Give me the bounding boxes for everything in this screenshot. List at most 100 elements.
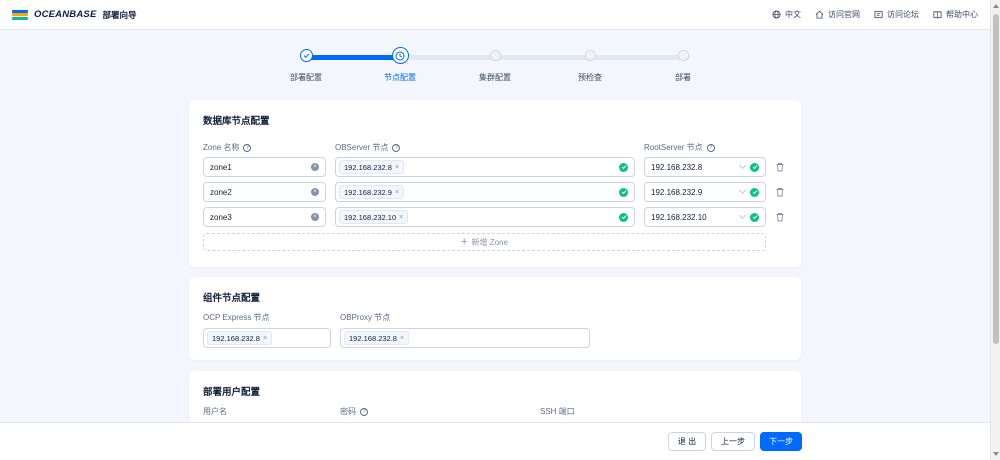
ip-tag: 192.168.232.8 × bbox=[207, 331, 273, 345]
clock-icon bbox=[584, 50, 596, 61]
check-circle-icon bbox=[619, 162, 628, 172]
clear-icon[interactable]: × bbox=[311, 213, 319, 221]
tag-text: 192.168.232.8 bbox=[349, 333, 397, 343]
nav-forum[interactable]: 访问论坛 bbox=[874, 9, 919, 20]
step-precheck[interactable]: 预检查 bbox=[550, 47, 630, 83]
input-value: zone3 bbox=[210, 212, 232, 222]
clock-icon bbox=[677, 50, 689, 61]
globe-icon bbox=[772, 10, 781, 19]
section-title: 数据库节点配置 bbox=[203, 116, 270, 127]
home-icon bbox=[815, 10, 824, 19]
tag-text: 192.168.232.10 bbox=[344, 212, 397, 222]
observer-label: OBServer 节点 ? bbox=[335, 142, 401, 153]
obproxy-label: OBProxy 节点 bbox=[340, 313, 391, 322]
obproxy-select[interactable]: 192.168.232.8 × bbox=[340, 328, 590, 348]
next-button[interactable]: 下一步 bbox=[760, 432, 802, 451]
section-title: 组件节点配置 bbox=[203, 293, 261, 304]
header-nav: 中文 访问官网 访问论坛 帮助中心 bbox=[772, 9, 978, 20]
ocp-express-select[interactable]: 192.168.232.8 × bbox=[203, 328, 331, 348]
rootserver-label: RootServer 节点 ? bbox=[644, 142, 715, 153]
close-icon[interactable]: × bbox=[399, 214, 403, 221]
tag-text: 192.168.232.9 bbox=[344, 187, 392, 197]
nav-forum-label: 访问论坛 bbox=[887, 10, 919, 19]
step-cluster-config[interactable]: 集群配置 bbox=[455, 47, 535, 83]
label-text: RootServer 节点 bbox=[644, 143, 703, 152]
label-text: Zone 名称 bbox=[203, 143, 240, 152]
zone-name-input[interactable]: zone2 × bbox=[203, 182, 326, 202]
scroll-up-arrow-icon[interactable] bbox=[993, 4, 999, 8]
section-title: 部署用户配置 bbox=[203, 387, 261, 398]
scroll-down-arrow-icon[interactable] bbox=[993, 452, 999, 456]
delete-icon[interactable] bbox=[775, 162, 785, 172]
zone-name-input[interactable]: zone1 × bbox=[203, 157, 326, 177]
step-label: 预检查 bbox=[578, 73, 602, 82]
chevron-down-icon bbox=[738, 161, 747, 170]
zone-name-input[interactable]: zone3 × bbox=[203, 207, 326, 227]
ip-tag: 192.168.232.8 × bbox=[339, 160, 405, 174]
ip-tag: 192.168.232.9 × bbox=[339, 185, 405, 199]
logo: OCEANBASE 部署向导 bbox=[12, 9, 137, 21]
ssh-port-label: SSH 端口 bbox=[540, 407, 575, 416]
nav-help-center[interactable]: 帮助中心 bbox=[933, 9, 978, 20]
input-value: zone2 bbox=[210, 187, 232, 197]
help-icon[interactable]: ? bbox=[392, 143, 401, 152]
select-value: 192.168.232.10 bbox=[651, 212, 707, 222]
close-icon[interactable]: × bbox=[395, 189, 399, 196]
previous-button[interactable]: 上一步 bbox=[711, 432, 755, 451]
label-text: 密码 bbox=[340, 407, 356, 416]
label-text: OBServer 节点 bbox=[335, 143, 389, 152]
add-zone-button[interactable]: + 新增 Zone bbox=[203, 233, 766, 251]
step-label: 集群配置 bbox=[479, 73, 511, 82]
clock-icon bbox=[391, 47, 409, 64]
rootserver-select[interactable]: 192.168.232.8 bbox=[644, 157, 766, 177]
check-circle-icon bbox=[750, 187, 759, 197]
tag-text: 192.168.232.8 bbox=[344, 162, 392, 172]
step-node-config[interactable]: 节点配置 bbox=[360, 47, 440, 83]
nav-language[interactable]: 中文 bbox=[772, 9, 801, 20]
progress-steps: 部署配置 节点配置 集群配置 预检查 部署 bbox=[250, 44, 730, 88]
help-icon[interactable]: ? bbox=[360, 407, 368, 416]
close-icon[interactable]: × bbox=[395, 164, 399, 171]
nav-official-site[interactable]: 访问官网 bbox=[815, 9, 860, 20]
zone-name-label: Zone 名称 ? bbox=[203, 142, 252, 153]
check-circle-icon bbox=[750, 212, 759, 222]
exit-button[interactable]: 退 出 bbox=[668, 432, 706, 451]
step-deploy-config[interactable]: 部署配置 bbox=[266, 47, 346, 83]
forum-icon bbox=[874, 10, 883, 19]
nav-help-center-label: 帮助中心 bbox=[946, 10, 978, 19]
step-label: 节点配置 bbox=[384, 73, 416, 82]
clock-icon bbox=[489, 50, 501, 61]
step-label: 部署配置 bbox=[290, 73, 322, 82]
clear-icon[interactable]: × bbox=[311, 188, 319, 196]
ip-tag: 192.168.232.10 × bbox=[339, 210, 409, 224]
scrollbar-thumb[interactable] bbox=[993, 14, 999, 344]
brand-name: OCEANBASE bbox=[34, 9, 97, 20]
footer-bar: 退 出 上一步 下一步 bbox=[0, 422, 990, 460]
delete-icon[interactable] bbox=[775, 212, 785, 222]
observer-select[interactable]: 192.168.232.10 × bbox=[335, 207, 635, 227]
step-deploy[interactable]: 部署 bbox=[643, 47, 723, 83]
plus-icon: + bbox=[461, 236, 468, 248]
chevron-down-icon bbox=[738, 211, 747, 220]
step-label: 部署 bbox=[675, 73, 691, 82]
close-icon[interactable]: × bbox=[400, 335, 404, 342]
select-value: 192.168.232.9 bbox=[651, 187, 703, 197]
help-icon[interactable]: ? bbox=[706, 143, 715, 152]
password-label: 密码 ? bbox=[340, 406, 368, 417]
delete-icon[interactable] bbox=[775, 187, 785, 197]
observer-select[interactable]: 192.168.232.8 × bbox=[335, 157, 635, 177]
component-node-config-card: 组件节点配置 OCP Express 节点 OBProxy 节点 192.168… bbox=[189, 277, 801, 360]
check-circle-icon bbox=[750, 162, 759, 172]
rootserver-select[interactable]: 192.168.232.9 bbox=[644, 182, 766, 202]
chevron-down-icon bbox=[738, 186, 747, 195]
username-label: 用户名 bbox=[203, 407, 227, 416]
book-icon bbox=[933, 11, 942, 19]
ocp-express-label: OCP Express 节点 bbox=[203, 313, 270, 322]
close-icon[interactable]: × bbox=[263, 335, 267, 342]
rootserver-select[interactable]: 192.168.232.10 bbox=[644, 207, 766, 227]
page-scrollbar[interactable] bbox=[990, 0, 1000, 460]
help-icon[interactable]: ? bbox=[243, 143, 252, 152]
observer-select[interactable]: 192.168.232.9 × bbox=[335, 182, 635, 202]
select-value: 192.168.232.8 bbox=[651, 162, 703, 172]
clear-icon[interactable]: × bbox=[311, 163, 319, 171]
